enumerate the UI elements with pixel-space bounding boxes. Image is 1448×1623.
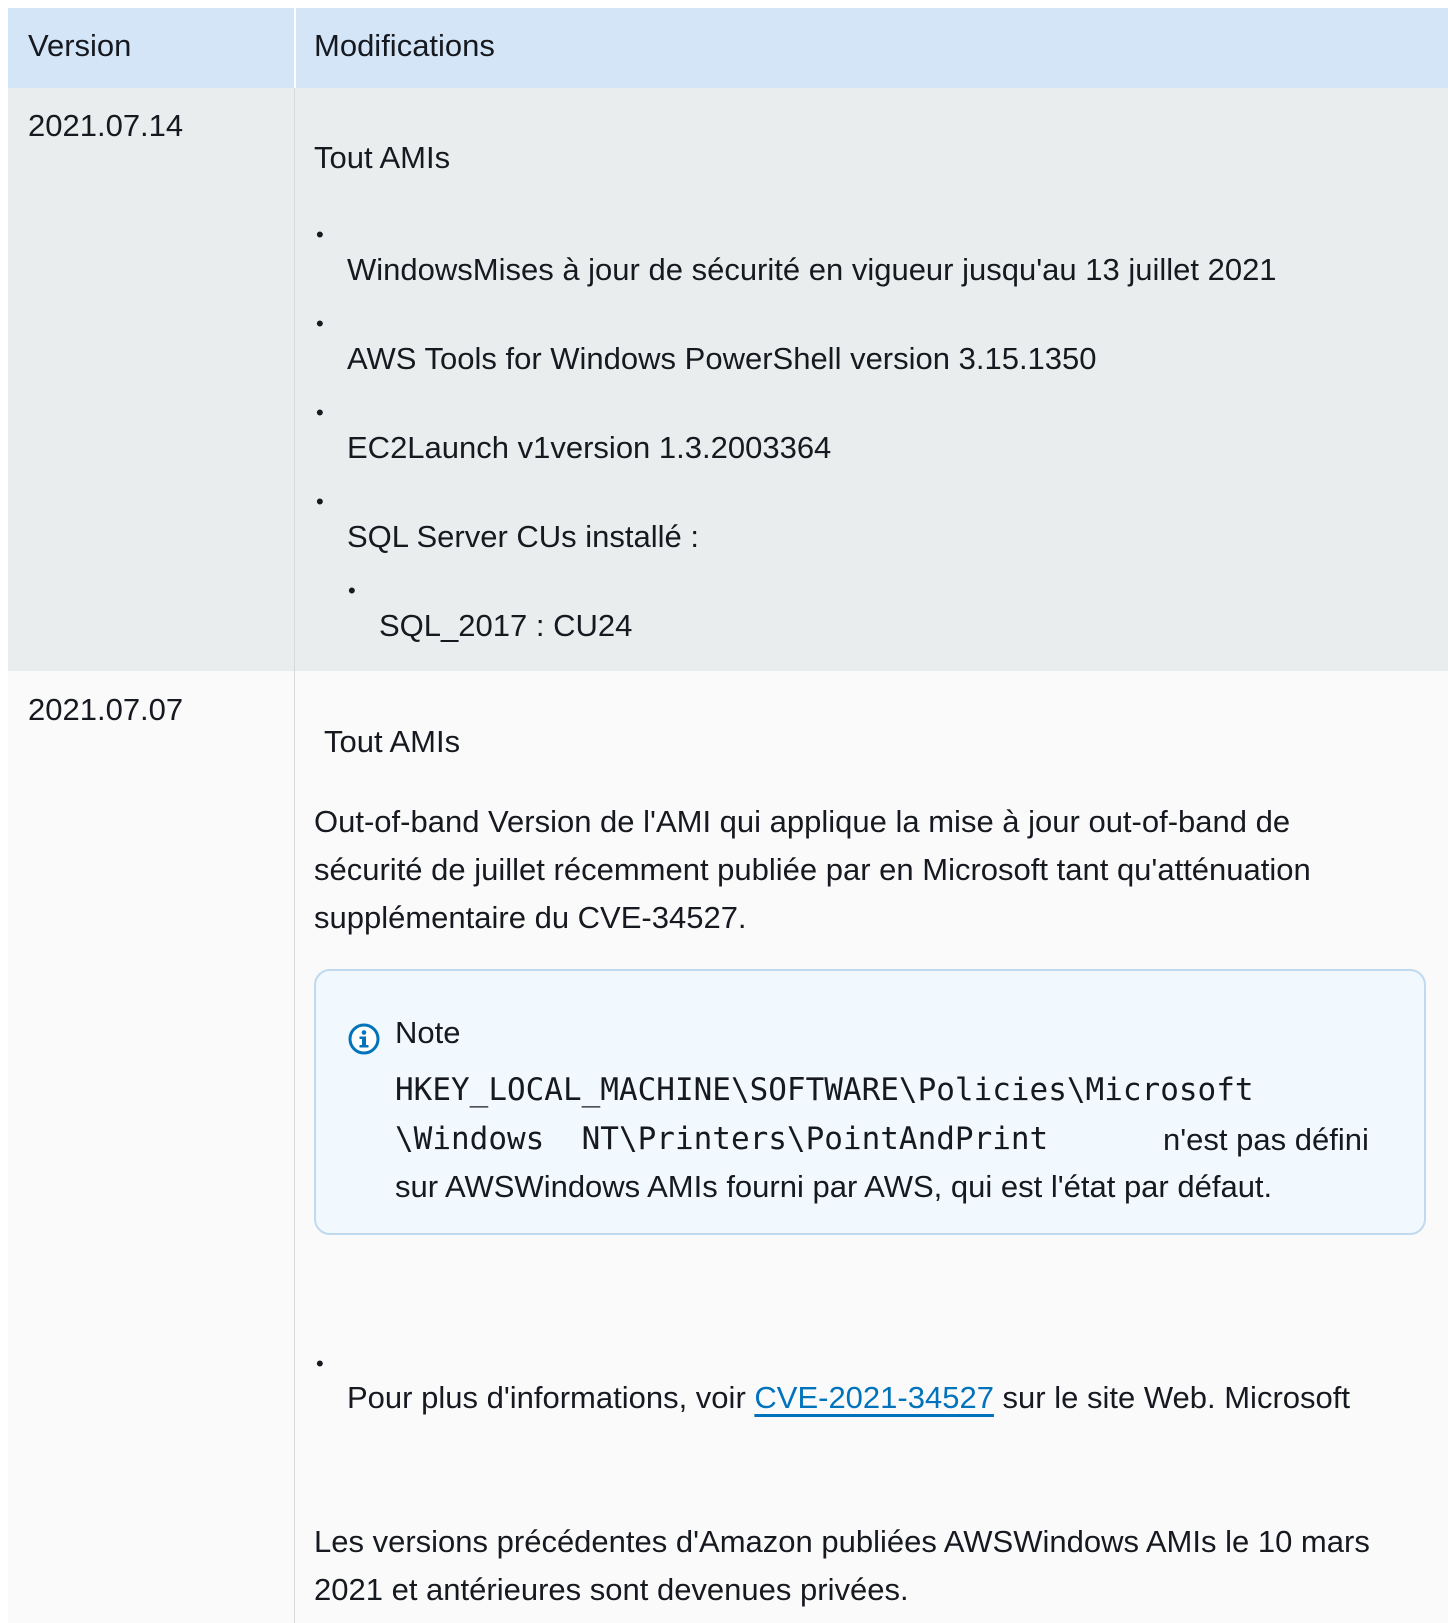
list-item: SQL Server CUs installé : <box>347 519 700 554</box>
list-item: WindowsMises à jour de sécurité en vigue… <box>347 252 1277 287</box>
row-divider <box>294 671 295 1623</box>
bullet: • <box>348 578 356 603</box>
version-cell: 2021.07.14 <box>28 108 184 143</box>
bullet: • <box>316 489 324 514</box>
bullet: • <box>316 400 324 425</box>
list-item: AWS Tools for Windows PowerShell version… <box>347 341 1097 376</box>
paragraph-line: 2021 et antérieures sont devenues privée… <box>314 1572 909 1607</box>
more-info-line: Pour plus d'informations, voir CVE-2021-… <box>347 1382 1350 1413</box>
paragraph-line: sécurité de juillet récemment publiée pa… <box>314 852 1311 887</box>
cve-link[interactable]: CVE-2021-34527 <box>754 1380 994 1415</box>
note-text: sur AWSWindows AMIs fourni par AWS, qui … <box>395 1169 1273 1204</box>
note-title: Note <box>395 1015 461 1050</box>
bullet: • <box>316 222 324 247</box>
section-title: Tout AMIs <box>314 140 451 175</box>
paragraph-line: supplémentaire du CVE-34527. <box>314 900 747 935</box>
info-icon <box>348 1023 380 1055</box>
more-info-text: sur le site Web. Microsoft <box>993 1380 1350 1415</box>
bullet: • <box>316 311 324 336</box>
table-header-divider <box>294 8 296 88</box>
header-version: Version <box>28 28 132 63</box>
row-divider <box>294 88 295 671</box>
note-text: n'est pas défini <box>1163 1122 1369 1157</box>
paragraph-line: Les versions précédentes d'Amazon publié… <box>314 1524 1370 1559</box>
registry-key-code: HKEY_LOCAL_MACHINE\SOFTWARE\Policies\Mic… <box>395 1072 1254 1108</box>
sub-list-item: SQL_2017 : CU24 <box>379 608 633 643</box>
section-title: Tout AMIs <box>324 724 461 759</box>
table-row <box>8 88 1448 671</box>
list-item: EC2Launch v1version 1.3.2003364 <box>347 430 832 465</box>
header-modifications: Modifications <box>314 28 495 63</box>
registry-key-code: \Windows NT\Printers\PointAndPrint <box>395 1121 1049 1157</box>
version-cell: 2021.07.07 <box>28 692 184 727</box>
paragraph-line: Out-of-band Version de l'AMI qui appliqu… <box>314 804 1291 839</box>
table-header-row: Version Modifications <box>8 8 1448 88</box>
bullet: • <box>316 1351 324 1376</box>
more-info-text: Pour plus d'informations, voir <box>347 1380 755 1415</box>
